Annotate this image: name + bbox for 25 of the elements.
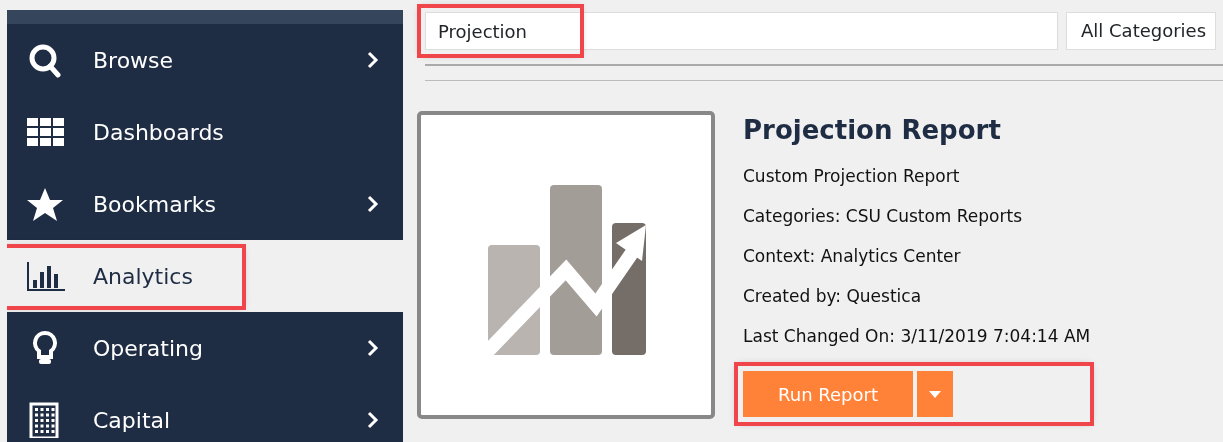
report-detail: Context: Analytics Center bbox=[743, 245, 962, 268]
sidebar-item[interactable]: Browse bbox=[7, 24, 403, 96]
sidebar-item[interactable]: Operating bbox=[7, 312, 403, 384]
chevron-right-icon bbox=[367, 410, 379, 430]
chevron-right-icon bbox=[367, 50, 379, 70]
sidebar-item[interactable]: Dashboards bbox=[7, 96, 403, 168]
search-field[interactable]: Projection bbox=[425, 12, 1058, 50]
report-title: Projection Report bbox=[743, 114, 1002, 147]
category-dropdown[interactable]: All Categories bbox=[1066, 12, 1216, 50]
report-detail: Last Changed On: 3/11/2019 7:04:14 AM bbox=[743, 325, 1091, 348]
caret-icon bbox=[929, 390, 941, 398]
sidebar-label: Analytics bbox=[93, 262, 194, 291]
report-detail: Custom Projection Report bbox=[743, 165, 961, 188]
sidebar-label: Capital bbox=[93, 406, 172, 435]
sidebar-label: Browse bbox=[93, 46, 175, 75]
report-detail: Created by: Questica bbox=[743, 285, 923, 308]
sidebar-label: Operating bbox=[93, 334, 204, 363]
sidebar-label: Dashboards bbox=[93, 118, 225, 147]
sidebar-item[interactable]: Capital bbox=[7, 384, 403, 442]
chevron-right-icon bbox=[367, 338, 379, 358]
chevron-right-icon bbox=[367, 194, 379, 214]
sidebar-item[interactable]: Bookmarks bbox=[7, 168, 403, 240]
sidebar-label: Bookmarks bbox=[93, 190, 217, 219]
dropdown-button[interactable] bbox=[917, 371, 953, 417]
report-detail: Categories: CSU Custom Reports bbox=[743, 205, 1023, 228]
